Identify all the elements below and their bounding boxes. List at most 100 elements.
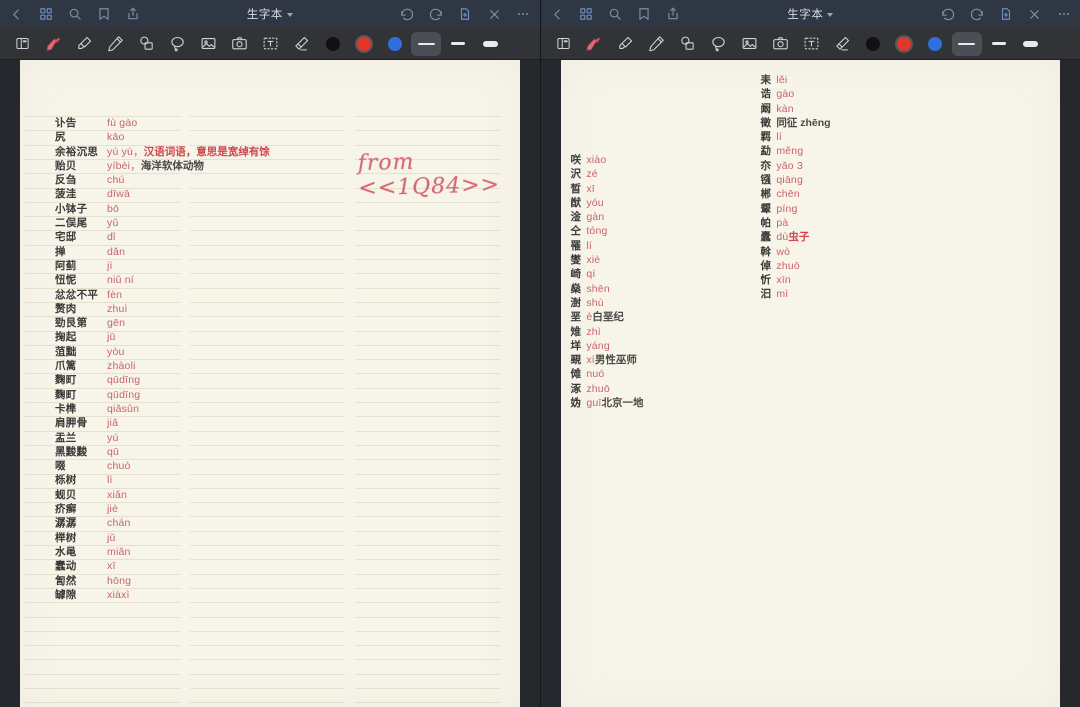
entry-pinyin: jǔ bbox=[107, 531, 116, 544]
lasso-select-tool[interactable] bbox=[703, 31, 734, 57]
eraser-tool[interactable] bbox=[827, 31, 858, 57]
search-icon[interactable] bbox=[66, 6, 83, 23]
word-entry: 阚 kàn bbox=[761, 102, 831, 116]
rule-line bbox=[355, 444, 500, 446]
color-swatch-black[interactable] bbox=[317, 31, 348, 57]
rule-line bbox=[355, 259, 500, 260]
shape-tool[interactable] bbox=[672, 31, 703, 57]
entry-hanzi: 镪 bbox=[760, 174, 772, 187]
color-swatch-black[interactable] bbox=[858, 31, 889, 57]
share-icon[interactable] bbox=[124, 6, 141, 23]
entry-pinyin: xí bbox=[586, 354, 595, 367]
undo-icon[interactable] bbox=[399, 6, 416, 23]
word-entry: 勐 měng bbox=[761, 144, 831, 158]
rule-line bbox=[355, 530, 500, 532]
entry-hanzi: 宅邸 bbox=[55, 231, 77, 244]
navbar-right-left-icons bbox=[549, 6, 682, 23]
highlighter-tool[interactable] bbox=[69, 31, 100, 57]
entry-hanzi: 夵 bbox=[760, 159, 772, 172]
toolbar-right bbox=[540, 28, 1080, 60]
add-page-icon[interactable] bbox=[457, 6, 474, 23]
window-right: 生字本 咲 xiào 沢 zé 晳 xī 猷 yóu 淦 gàn 仝 tóng … bbox=[539, 0, 1080, 707]
thumbnail-grid-icon[interactable] bbox=[578, 6, 595, 23]
entry-pinyin: lí bbox=[776, 131, 782, 144]
entry-hanzi: 涿 bbox=[570, 382, 582, 395]
entry-pinyin: qiǎsǔn bbox=[107, 402, 140, 415]
entry-hanzi: 忿忿不平 bbox=[55, 288, 99, 301]
color-swatch-blue[interactable] bbox=[379, 31, 410, 57]
word-entry: 勁艮第 gēn bbox=[55, 316, 270, 330]
back-chevron-icon[interactable] bbox=[549, 6, 566, 23]
stroke-width-medium[interactable] bbox=[984, 32, 1014, 56]
entry-pinyin: kàn bbox=[776, 102, 794, 115]
paper-right: 咲 xiào 沢 zé 晳 xī 猷 yóu 淦 gàn 仝 tóng 罹 lí 燮 xiè 崎 qí 燊 shēn 澍… bbox=[560, 60, 1060, 707]
eraser-tool[interactable] bbox=[286, 31, 317, 57]
share-icon[interactable] bbox=[665, 6, 682, 23]
camera-tool[interactable] bbox=[224, 31, 255, 57]
color-swatch-red[interactable] bbox=[348, 31, 379, 57]
pencil-tool[interactable] bbox=[100, 31, 131, 57]
fountain-pen-tool[interactable] bbox=[579, 31, 610, 57]
fountain-pen-tool[interactable] bbox=[38, 31, 69, 57]
stroke-width-medium[interactable] bbox=[443, 32, 473, 56]
entry-hanzi: 盂兰 bbox=[55, 431, 77, 444]
stroke-width-thin[interactable] bbox=[411, 31, 441, 56]
entry-gloss: 白垩纪 bbox=[592, 311, 624, 324]
lasso-select-tool[interactable] bbox=[162, 31, 193, 57]
bookmark-icon[interactable] bbox=[636, 6, 653, 23]
rule-line bbox=[25, 602, 180, 604]
entry-hanzi: 二俣尾 bbox=[55, 217, 88, 230]
word-entry: 麴町 qūdīng bbox=[55, 388, 270, 402]
text-box-tool[interactable] bbox=[255, 31, 286, 57]
entry-hanzi: 燊 bbox=[570, 282, 582, 295]
canvas-right[interactable]: 咲 xiào 沢 zé 晳 xī 猷 yóu 淦 gàn 仝 tóng 罹 lí 燮 xiè 崎 qí 燊 shēn 澍… bbox=[540, 60, 1080, 707]
thumbnail-grid-icon[interactable] bbox=[37, 6, 54, 23]
close-icon[interactable] bbox=[1026, 6, 1043, 23]
rule-line bbox=[355, 116, 500, 117]
add-page-icon[interactable] bbox=[997, 6, 1014, 23]
entry-pinyin: pà bbox=[776, 216, 789, 229]
page-layout-tool[interactable] bbox=[548, 31, 579, 57]
stroke-width-thick[interactable] bbox=[475, 32, 505, 56]
back-chevron-icon[interactable] bbox=[8, 6, 25, 23]
entry-hanzi: 蠹 bbox=[760, 231, 772, 244]
entry-hanzi: 罅隙 bbox=[55, 588, 77, 601]
pencil-tool[interactable] bbox=[641, 31, 672, 57]
stroke-width-thick[interactable] bbox=[1016, 32, 1046, 56]
color-swatch-blue[interactable] bbox=[920, 31, 951, 57]
text-box-tool[interactable] bbox=[796, 31, 827, 57]
rule-line bbox=[355, 559, 500, 561]
image-tool[interactable] bbox=[193, 31, 224, 57]
highlighter-tool[interactable] bbox=[610, 31, 641, 57]
word-entry: 猷 yóu bbox=[571, 196, 644, 210]
more-options-icon[interactable] bbox=[515, 6, 532, 23]
entry-pinyin: kāo bbox=[107, 131, 125, 144]
shape-tool[interactable] bbox=[131, 31, 162, 57]
entry-hanzi: 水黾 bbox=[55, 545, 77, 558]
more-options-icon[interactable] bbox=[1055, 6, 1072, 23]
chevron-down-icon[interactable] bbox=[286, 13, 293, 17]
undo-icon[interactable] bbox=[939, 6, 956, 23]
entry-hanzi: 垟 bbox=[570, 339, 582, 352]
image-tool[interactable] bbox=[734, 31, 765, 57]
page-layout-tool[interactable] bbox=[7, 31, 38, 57]
word-entry: 郴 chēn bbox=[761, 187, 831, 201]
color-swatch-red[interactable] bbox=[889, 31, 920, 57]
entry-hanzi: 仝 bbox=[570, 225, 582, 238]
redo-icon[interactable] bbox=[968, 6, 985, 23]
search-icon[interactable] bbox=[607, 6, 624, 23]
entry-hanzi: 栎树 bbox=[55, 474, 77, 487]
redo-icon[interactable] bbox=[428, 6, 445, 23]
close-icon[interactable] bbox=[486, 6, 503, 23]
bookmark-icon[interactable] bbox=[95, 6, 112, 23]
rule-line bbox=[190, 688, 345, 689]
chevron-down-icon[interactable] bbox=[827, 13, 834, 17]
entry-hanzi: 颦 bbox=[760, 202, 772, 215]
entry-hanzi: 垩 bbox=[570, 311, 582, 324]
canvas-left[interactable]: 讣告 fù gào 尻 kāo 余裕沉思 yú yù， 汉语词语，意思是宽绰有馀 贻贝 yíb… bbox=[0, 60, 540, 707]
camera-tool[interactable] bbox=[765, 31, 796, 57]
screen-root: 生字本 讣告 fù gào 尻 kāo 余裕沉思 yú yù， 汉语词语，意思是… bbox=[0, 0, 1080, 707]
rule-line bbox=[355, 359, 500, 361]
rule-line bbox=[190, 702, 345, 704]
stroke-width-thin[interactable] bbox=[951, 31, 982, 56]
